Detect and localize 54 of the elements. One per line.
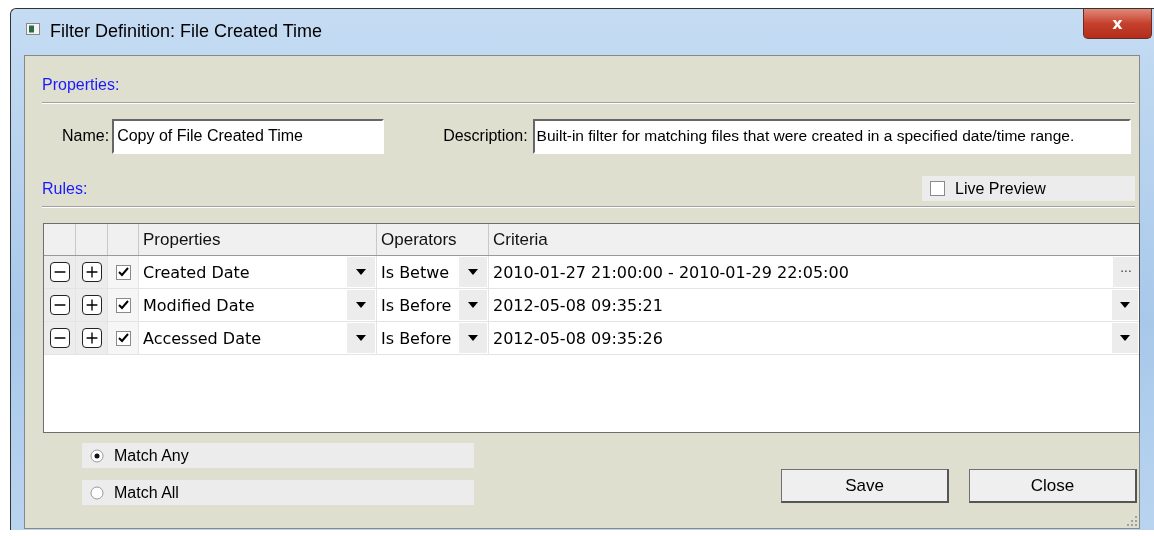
dropdown-button[interactable]	[1112, 290, 1138, 320]
dropdown-button[interactable]	[459, 323, 487, 353]
dropdown-arrow-icon	[1120, 302, 1130, 308]
minus-icon[interactable]	[49, 328, 70, 348]
minus-icon[interactable]	[49, 262, 70, 282]
criteria-cell-text: 2012-05-08 09:35:21	[492, 295, 664, 315]
radio-label[interactable]: Match Any	[114, 446, 189, 465]
dropdown-arrow-icon	[468, 269, 478, 275]
plus-icon[interactable]	[81, 295, 102, 315]
column-header[interactable]: Criteria	[489, 224, 1139, 255]
operator-cell-text: Is Before	[380, 328, 453, 348]
name-field[interactable]: Copy of File Created Time	[112, 118, 385, 154]
dropdown-button[interactable]	[347, 290, 375, 320]
window-title: Filter Definition: File Created Time	[50, 21, 323, 42]
close-button[interactable]: x	[1083, 9, 1152, 39]
operator-cell-text: Is Betwe	[380, 262, 451, 282]
checkbox[interactable]	[930, 181, 945, 196]
field-label: Description:	[443, 127, 528, 145]
section-heading: Rules:	[42, 180, 88, 198]
plus-icon[interactable]	[81, 262, 102, 282]
dropdown-button[interactable]	[347, 257, 375, 287]
minus-icon[interactable]	[49, 295, 70, 315]
operator-cell-text: Is Before	[380, 295, 453, 315]
checkbox[interactable]	[115, 297, 131, 313]
ellipsis-button[interactable]: ···	[1113, 257, 1139, 287]
property-cell-text: Accessed Date	[142, 328, 263, 348]
dropdown-arrow-icon	[1120, 335, 1130, 341]
description-field[interactable]: Built-in filter for matching files that were created in a specified date/time range.	[532, 118, 1131, 154]
close-button[interactable]: Close	[969, 469, 1137, 503]
radio-button[interactable]	[90, 485, 104, 500]
save-button[interactable]: Save	[781, 469, 949, 503]
column-header[interactable]: Operators	[377, 224, 489, 255]
checkbox[interactable]	[115, 330, 131, 346]
criteria-cell-text: 2010-01-27 21:00:00 - 2010-01-29 22:05:00	[492, 262, 850, 282]
column-header[interactable]: Properties	[139, 224, 377, 255]
dropdown-arrow-icon	[356, 335, 366, 341]
section-heading: Properties:	[42, 76, 120, 94]
dropdown-arrow-icon	[468, 302, 478, 308]
dropdown-button[interactable]	[459, 257, 487, 287]
window-icon	[26, 23, 40, 35]
dropdown-arrow-icon	[356, 302, 366, 308]
dropdown-button[interactable]	[1112, 323, 1138, 353]
dropdown-button[interactable]	[347, 323, 375, 353]
criteria-cell-text: 2012-05-08 09:35:26	[492, 328, 664, 348]
dropdown-button[interactable]	[459, 290, 487, 320]
checkbox[interactable]	[115, 264, 131, 280]
radio-label[interactable]: Match All	[114, 483, 179, 502]
dropdown-arrow-icon	[468, 335, 478, 341]
dropdown-arrow-icon	[356, 269, 366, 275]
property-cell-text: Created Date	[142, 262, 251, 282]
plus-icon[interactable]	[81, 328, 102, 348]
radio-button[interactable]	[90, 448, 104, 463]
field-label: Name:	[62, 127, 110, 145]
property-cell-text: Modified Date	[142, 295, 256, 315]
